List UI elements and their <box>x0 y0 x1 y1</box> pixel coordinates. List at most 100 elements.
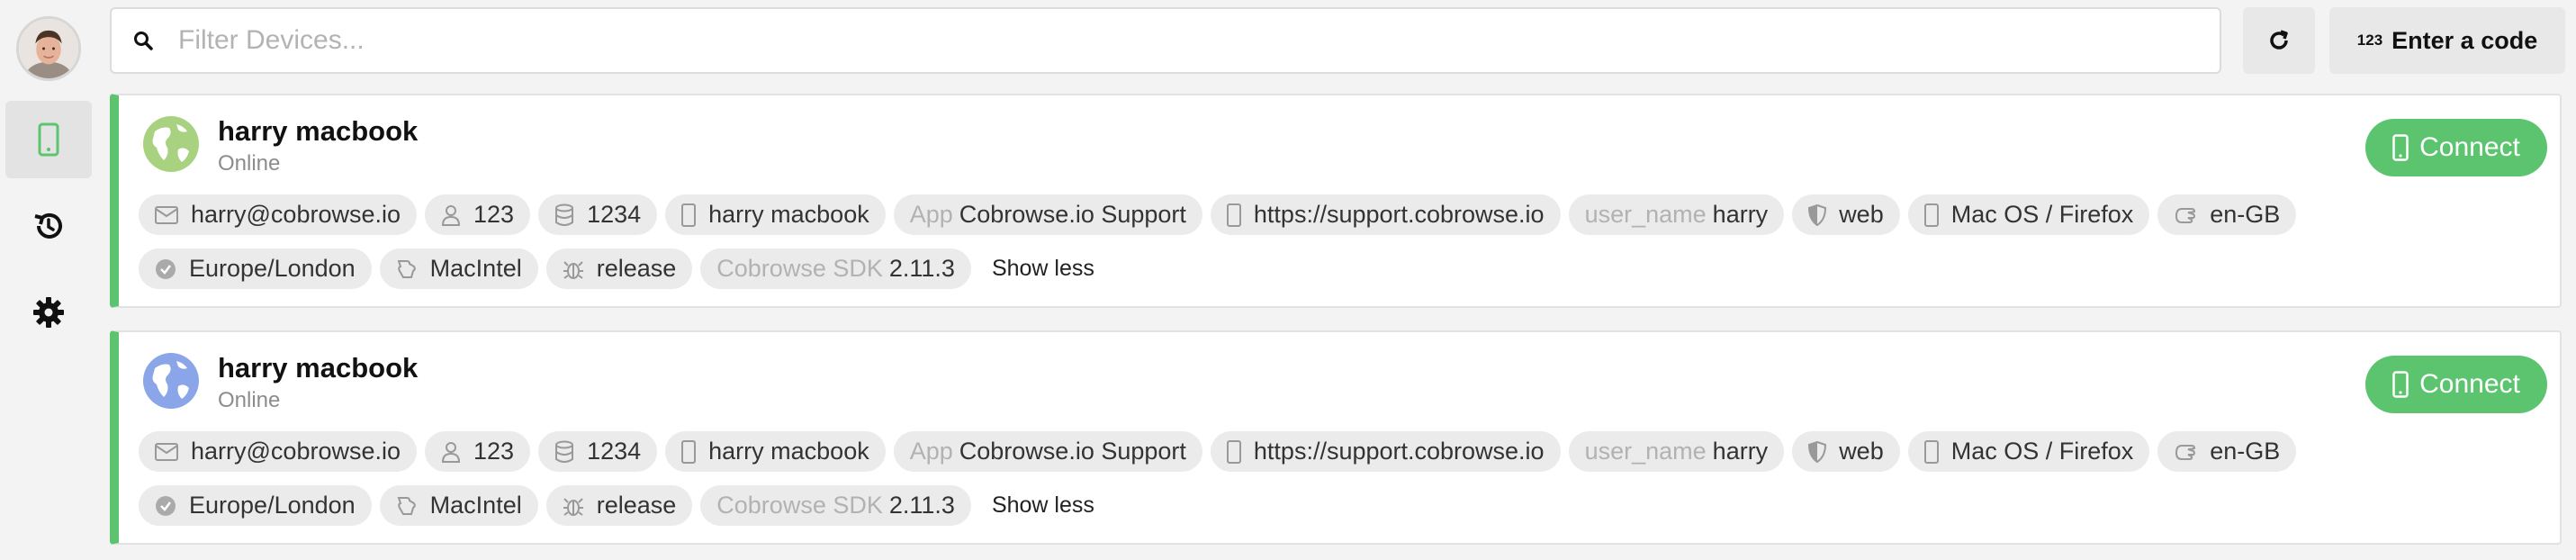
tag-platform[interactable]: web <box>1792 194 1900 235</box>
filter-devices-input[interactable] <box>176 24 2220 57</box>
globe-icon <box>143 116 199 172</box>
tag-user-id[interactable]: 123 <box>425 431 531 472</box>
tag-app[interactable]: App Cobrowse.io Support <box>893 194 1202 235</box>
connect-label: Connect <box>2419 132 2520 162</box>
tag-os-browser[interactable]: Mac OS / Firefox <box>1907 194 2150 235</box>
tag-app-key: App <box>909 201 953 228</box>
show-less-link[interactable]: Show less <box>992 492 1094 519</box>
tag-email[interactable]: harry@cobrowse.io <box>139 194 417 235</box>
connect-label: Connect <box>2419 369 2520 399</box>
hand-icon <box>2174 442 2197 462</box>
tag-sdk[interactable]: Cobrowse SDK 2.11.3 <box>700 248 971 289</box>
tag-user-name[interactable]: user_name harry <box>1568 431 1785 472</box>
tag-app[interactable]: App Cobrowse.io Support <box>893 431 1202 472</box>
connect-button[interactable]: Connect <box>2365 356 2547 413</box>
sidebar <box>0 0 97 560</box>
tag-url[interactable]: https://support.cobrowse.io <box>1210 431 1561 472</box>
tag-timezone[interactable]: Europe/London <box>139 248 372 289</box>
shield-icon <box>1808 440 1827 463</box>
enter-code-button[interactable]: 123 Enter a code <box>2329 7 2565 74</box>
mobile-phone-icon <box>1226 203 1241 227</box>
device-status: Online <box>218 388 281 412</box>
hand-icon <box>2174 205 2197 225</box>
tag-device-name[interactable]: harry macbook <box>665 194 886 235</box>
device-card[interactable]: harry macbook Online Connect harry@cobro… <box>110 330 2562 545</box>
tag-app-value: Cobrowse.io Support <box>959 201 1186 228</box>
mobile-phone-icon <box>681 203 697 227</box>
check-circle-icon <box>155 258 176 280</box>
tag-device-id[interactable]: 1234 <box>538 431 658 472</box>
sidebar-item-history[interactable] <box>5 187 92 265</box>
mobile-phone-icon <box>1226 439 1241 464</box>
tag-user-name-key: user_name <box>1584 438 1707 465</box>
filter-bar <box>110 7 2221 74</box>
mobile-phone-icon <box>1923 203 1939 227</box>
tag-build-value: release <box>596 492 677 519</box>
refresh-button[interactable] <box>2243 7 2315 74</box>
tag-cpu[interactable]: MacIntel <box>379 248 538 289</box>
tag-app-value: Cobrowse.io Support <box>959 438 1186 465</box>
refresh-icon <box>2270 30 2288 50</box>
tag-url[interactable]: https://support.cobrowse.io <box>1210 194 1561 235</box>
tag-timezone-value: Europe/London <box>189 255 356 282</box>
database-icon <box>554 203 574 227</box>
tag-device-name-value: harry macbook <box>708 201 869 228</box>
gear-icon <box>33 297 64 328</box>
show-less-link[interactable]: Show less <box>992 256 1094 282</box>
tag-user-id[interactable]: 123 <box>425 194 531 235</box>
history-icon <box>34 212 62 239</box>
tag-os-browser[interactable]: Mac OS / Firefox <box>1907 431 2150 472</box>
hand-pointer-icon <box>396 258 418 280</box>
sidebar-item-devices[interactable] <box>5 101 92 178</box>
tag-timezone[interactable]: Europe/London <box>139 485 372 526</box>
mobile-phone-icon <box>1923 439 1939 464</box>
sidebar-item-settings[interactable] <box>5 274 92 351</box>
tag-app-key: App <box>909 438 953 465</box>
tag-email[interactable]: harry@cobrowse.io <box>139 431 417 472</box>
tag-device-name-value: harry macbook <box>708 438 869 465</box>
device-name: harry macbook <box>218 352 419 384</box>
tag-user-id-value: 123 <box>473 201 515 228</box>
tag-email-value: harry@cobrowse.io <box>191 201 401 228</box>
connect-button[interactable]: Connect <box>2365 119 2547 176</box>
tag-url-value: https://support.cobrowse.io <box>1253 201 1545 228</box>
bug-icon <box>563 258 584 280</box>
tag-sdk[interactable]: Cobrowse SDK 2.11.3 <box>700 485 971 526</box>
tag-platform[interactable]: web <box>1792 431 1900 472</box>
tag-device-id-value: 1234 <box>587 438 642 465</box>
avatar[interactable] <box>16 16 81 81</box>
search-icon <box>133 31 153 50</box>
device-card[interactable]: harry macbook Online Connect harry@cobro… <box>110 94 2562 308</box>
tag-user-name-key: user_name <box>1584 201 1707 228</box>
shield-icon <box>1808 203 1827 226</box>
tag-locale[interactable]: en-GB <box>2157 431 2297 472</box>
tag-locale-value: en-GB <box>2210 438 2281 465</box>
tag-user-name-value: harry <box>1712 438 1769 465</box>
enter-code-label: Enter a code <box>2391 26 2538 54</box>
tag-platform-value: web <box>1839 201 1884 228</box>
numbers-icon: 123 <box>2356 32 2383 49</box>
tag-build-value: release <box>596 255 677 282</box>
tag-device-id[interactable]: 1234 <box>538 194 658 235</box>
tag-cpu[interactable]: MacIntel <box>379 485 538 526</box>
mobile-phone-icon <box>2392 371 2409 398</box>
tag-user-name[interactable]: user_name harry <box>1568 194 1785 235</box>
tag-device-name[interactable]: harry macbook <box>665 431 886 472</box>
tag-os-browser-value: Mac OS / Firefox <box>1950 201 2134 228</box>
tag-timezone-value: Europe/London <box>189 492 356 519</box>
hand-pointer-icon <box>396 495 418 517</box>
tag-build[interactable]: release <box>545 248 693 289</box>
user-icon <box>441 204 461 226</box>
envelope-icon <box>155 205 178 224</box>
globe-icon <box>143 353 199 409</box>
device-name: harry macbook <box>218 115 419 147</box>
tag-sdk-key: Cobrowse SDK <box>716 255 883 282</box>
tag-locale[interactable]: en-GB <box>2157 194 2297 235</box>
check-circle-icon <box>155 495 176 517</box>
tag-build[interactable]: release <box>545 485 693 526</box>
tag-sdk-value: 2.11.3 <box>888 492 955 519</box>
mobile-phone-icon <box>681 439 697 464</box>
envelope-icon <box>155 442 178 461</box>
tag-cpu-value: MacIntel <box>429 255 522 282</box>
tag-os-browser-value: Mac OS / Firefox <box>1950 438 2134 465</box>
